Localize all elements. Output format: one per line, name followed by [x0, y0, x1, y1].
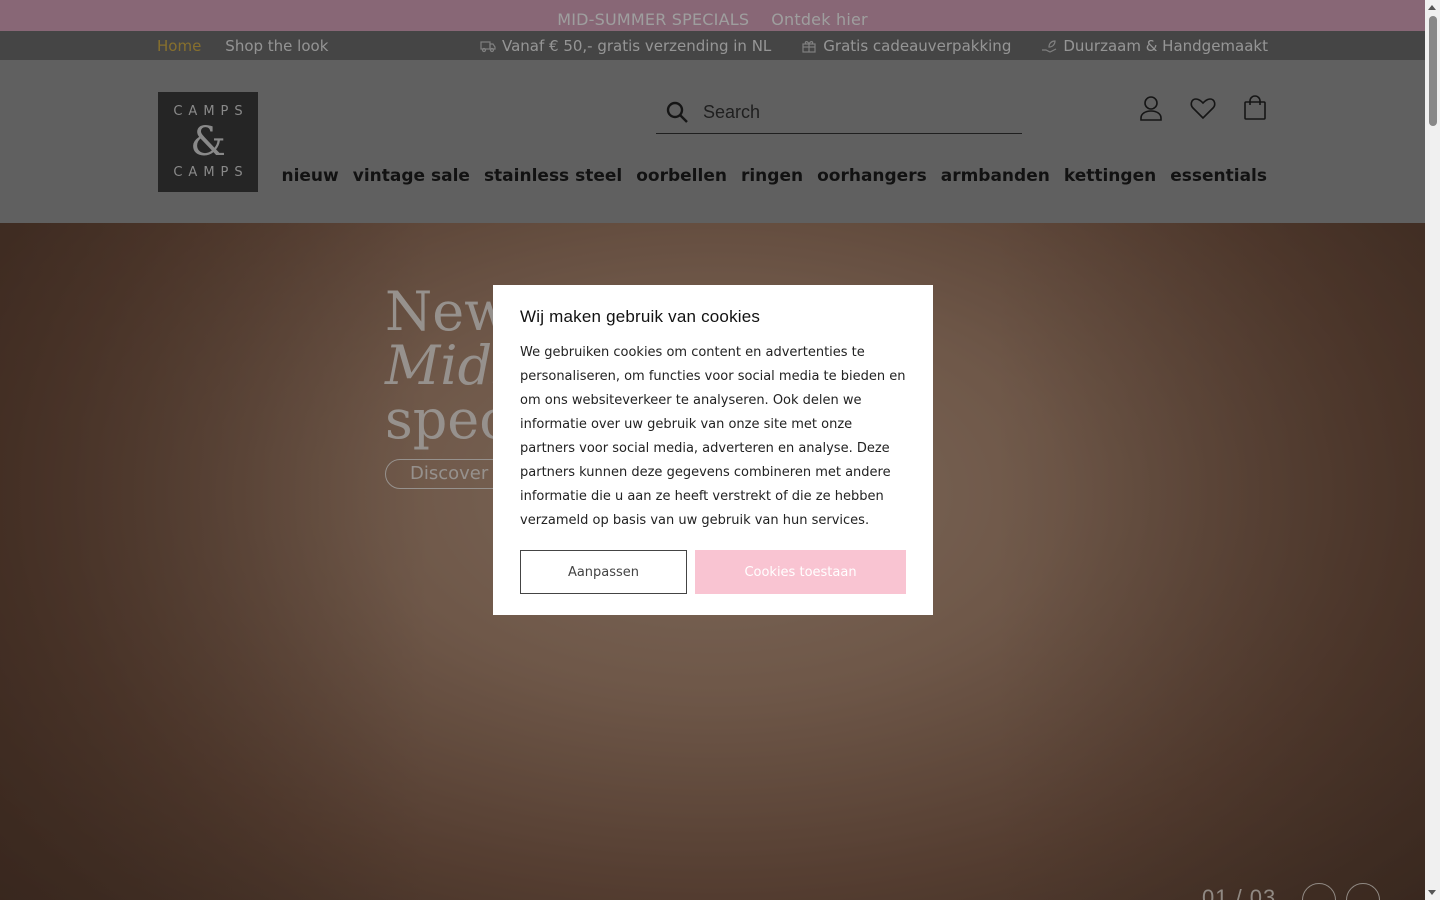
- cookie-body: We gebruiken cookies om content en adver…: [520, 345, 906, 528]
- cookie-consent-dialog: Wij maken gebruik van cookies We gebruik…: [493, 285, 933, 615]
- cookie-buttons: Aanpassen Cookies toestaan: [520, 550, 906, 594]
- cookie-accept-button[interactable]: Cookies toestaan: [695, 550, 906, 594]
- cookie-adjust-button[interactable]: Aanpassen: [520, 550, 687, 594]
- scrollbar-thumb[interactable]: [1429, 16, 1437, 126]
- cookie-title: Wij maken gebruik van cookies: [520, 307, 761, 326]
- scroll-up-arrow[interactable]: [1428, 5, 1436, 10]
- page-scrollbar[interactable]: [1425, 0, 1440, 900]
- scroll-down-arrow[interactable]: [1428, 890, 1436, 895]
